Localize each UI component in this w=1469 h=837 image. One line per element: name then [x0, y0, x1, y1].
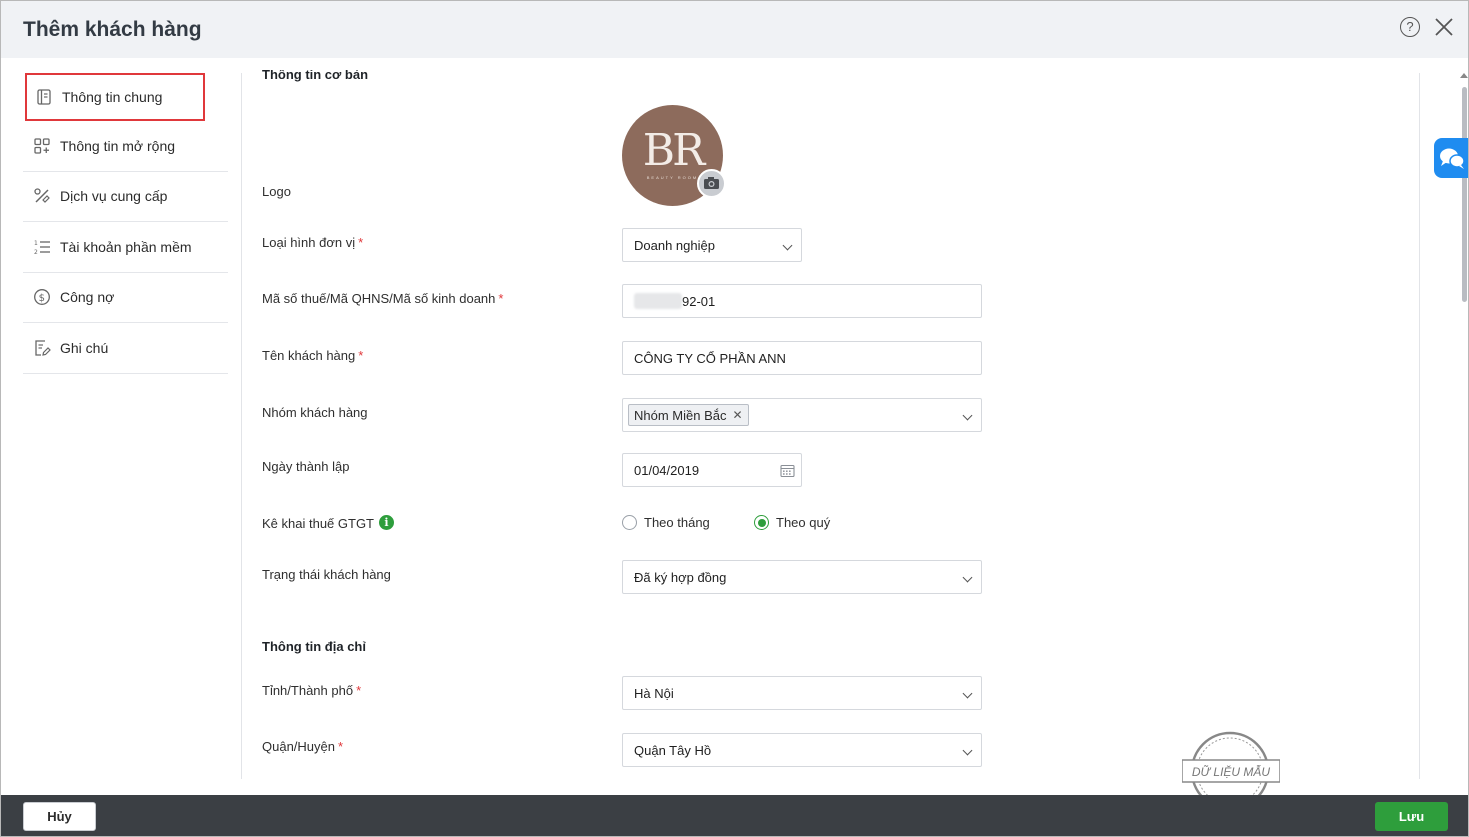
sidebar-item-software-account[interactable]: 1 2 Tài khoản phần mềm — [23, 222, 228, 273]
vat-option-monthly[interactable]: Theo tháng — [622, 515, 710, 530]
help-icon[interactable]: ? — [1400, 17, 1420, 37]
customer-group-label: Nhóm khách hàng — [262, 405, 368, 420]
founded-date-label: Ngày thành lập — [262, 459, 350, 474]
chat-button[interactable] — [1434, 138, 1468, 178]
province-value: Hà Nội — [634, 685, 674, 701]
vat-declaration-label: Kê khai thuế GTGT — [262, 516, 374, 531]
tax-code-input[interactable]: 92-01 — [622, 284, 982, 318]
cancel-button[interactable]: Hủy — [23, 802, 96, 831]
district-value: Quận Tây Hồ — [634, 742, 712, 758]
province-label: Tỉnh/Thành phố * — [262, 683, 362, 698]
stamp-text: DỮ LIỆU MẪU — [1192, 764, 1271, 779]
province-select[interactable]: Hà Nội — [622, 676, 982, 710]
radio-label: Theo quý — [776, 515, 831, 530]
dialog-title: Thêm khách hàng — [23, 18, 202, 41]
customer-name-value: CÔNG TY CỔ PHẦN ANN — [634, 350, 786, 366]
dollar-circle-icon: $ — [34, 289, 50, 306]
svg-text:1: 1 — [34, 240, 38, 247]
customer-group-tag: Nhóm Miền Bắc ✕ — [628, 404, 749, 426]
district-select[interactable]: Quận Tây Hồ — [622, 733, 982, 767]
logo-label: Logo — [262, 184, 291, 199]
close-icon[interactable] — [1433, 16, 1455, 38]
chevron-down-icon — [962, 688, 973, 699]
divider — [241, 73, 242, 779]
chevron-down-icon — [782, 240, 793, 251]
info-icon[interactable]: i — [379, 515, 394, 530]
remove-tag-icon[interactable]: ✕ — [732, 408, 742, 422]
sidebar-item-extended-info[interactable]: Thông tin mở rộng — [23, 121, 228, 172]
svg-text:2: 2 — [34, 249, 38, 256]
radio-circle-selected — [754, 515, 769, 530]
radio-label: Theo tháng — [644, 515, 710, 530]
chevron-down-icon — [962, 410, 973, 421]
scrollbar[interactable] — [1462, 87, 1467, 302]
sidebar-item-label: Dịch vụ cung cấp — [60, 188, 168, 205]
unit-type-select[interactable]: Doanh nghiệp — [622, 228, 802, 262]
chat-icon — [1440, 148, 1465, 169]
unit-type-label: Loại hình đơn vị * — [262, 235, 364, 250]
customer-status-value: Đã ký hợp đồng — [634, 569, 727, 585]
document-icon — [37, 89, 51, 105]
note-edit-icon — [35, 340, 51, 356]
grid-plus-icon — [34, 138, 50, 154]
add-customer-dialog: Thêm khách hàng ? Thông tin chung Thông … — [0, 0, 1469, 837]
camera-glyph — [704, 177, 719, 189]
save-button[interactable]: Lưu — [1375, 802, 1448, 831]
sidebar-item-general-info[interactable]: Thông tin chung — [25, 73, 205, 121]
numbered-list-icon: 1 2 — [34, 240, 50, 256]
sidebar-nav: Thông tin chung Thông tin mở rộng Dịch v… — [23, 73, 228, 374]
customer-name-input[interactable]: CÔNG TY CỔ PHẦN ANN — [622, 341, 982, 375]
sidebar-item-label: Thông tin chung — [62, 89, 163, 105]
chevron-down-icon — [962, 745, 973, 756]
tax-code-value: 92-01 — [682, 293, 716, 309]
camera-icon[interactable] — [697, 169, 726, 198]
basic-info-section-title: Thông tin cơ bản — [262, 67, 369, 82]
customer-status-label: Trạng thái khách hàng — [262, 567, 391, 582]
sidebar-item-notes[interactable]: Ghi chú — [23, 323, 228, 374]
founded-date-value: 01/04/2019 — [634, 462, 700, 478]
vat-option-quarterly[interactable]: Theo quý — [754, 515, 830, 530]
sidebar-item-debt[interactable]: $ Công nợ — [23, 273, 228, 323]
svg-text:$: $ — [39, 293, 45, 304]
customer-status-select[interactable]: Đã ký hợp đồng — [622, 560, 982, 594]
customer-name-label: Tên khách hàng * — [262, 348, 364, 363]
district-label: Quận/Huyện * — [262, 739, 344, 754]
tools-icon — [34, 188, 50, 204]
customer-group-select[interactable]: Nhóm Miền Bắc ✕ — [622, 398, 982, 432]
tag-label: Nhóm Miền Bắc — [634, 407, 727, 423]
tax-code-label: Mã số thuế/Mã QHNS/Mã số kinh doanh * — [262, 291, 504, 306]
divider — [1419, 73, 1420, 779]
sidebar-item-label: Thông tin mở rộng — [60, 137, 176, 154]
unit-type-value: Doanh nghiệp — [634, 237, 715, 253]
founded-date-input[interactable]: 01/04/2019 — [622, 453, 802, 487]
chevron-down-icon — [962, 572, 973, 583]
sidebar-item-label: Tài khoản phần mềm — [60, 238, 192, 255]
sidebar-item-label: Công nợ — [60, 289, 115, 306]
masked-text — [634, 293, 682, 309]
radio-circle — [622, 515, 637, 530]
scroll-up-arrow[interactable] — [1460, 73, 1468, 78]
dialog-footer: Hủy Lưu — [1, 795, 1468, 836]
dialog-header: Thêm khách hàng ? — [1, 1, 1468, 58]
address-section-title: Thông tin địa chỉ — [262, 639, 366, 654]
calendar-icon[interactable] — [780, 463, 795, 478]
sidebar-item-label: Ghi chú — [60, 339, 109, 356]
sidebar-item-services[interactable]: Dịch vụ cung cấp — [23, 172, 228, 222]
